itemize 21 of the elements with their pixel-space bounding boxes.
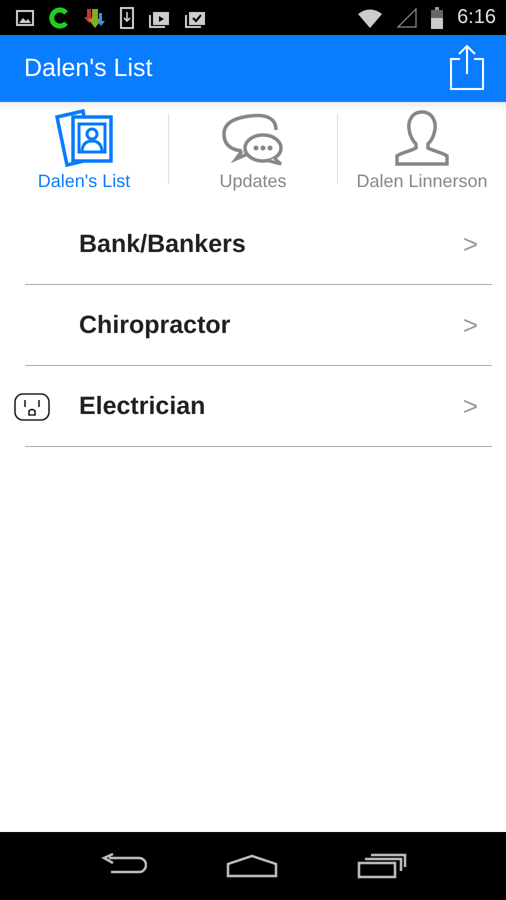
wifi-icon (357, 8, 384, 28)
home-icon (226, 854, 278, 878)
chevron-icon: > (462, 310, 492, 341)
app-title: Dalen's List (24, 54, 154, 83)
chevron-icon: > (462, 391, 492, 422)
battery-icon (431, 6, 444, 28)
recent-apps-icon (356, 853, 407, 879)
outlet-icon (14, 392, 50, 420)
tab[interactable]: Dalen's List (0, 102, 168, 200)
photo-cards-icon (53, 109, 115, 167)
download-arrows-icon (84, 6, 106, 28)
chevron-icon: > (462, 229, 492, 260)
share-button[interactable] (450, 44, 484, 93)
image-icon (16, 10, 34, 26)
tab[interactable]: Updates (169, 102, 337, 200)
share-icon (450, 44, 484, 90)
signal-icon (397, 8, 418, 28)
clock-time: 6:16 (457, 6, 496, 29)
tab[interactable]: Dalen Linnerson (338, 102, 506, 200)
download-icon (120, 6, 134, 28)
chat-bubbles-icon (222, 113, 284, 167)
